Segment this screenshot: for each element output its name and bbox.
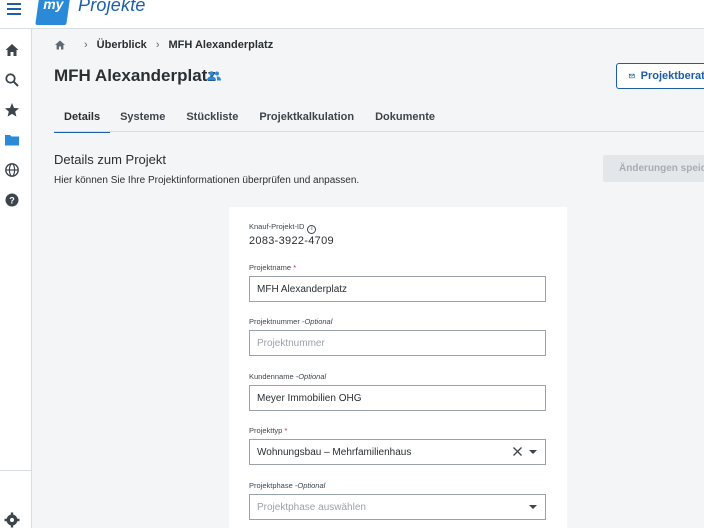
chevron-down-icon[interactable] bbox=[529, 505, 537, 509]
breadcrumb-overview[interactable]: Überblick bbox=[97, 39, 147, 51]
project-phase-select[interactable]: Projektphase auswählen bbox=[249, 494, 546, 520]
globe-icon[interactable] bbox=[4, 162, 20, 178]
section-title: Details zum Projekt bbox=[54, 152, 166, 167]
svg-text:?: ? bbox=[9, 196, 15, 206]
project-type-label-text: Projekttyp bbox=[249, 426, 283, 435]
project-id-value: 2083-3922-4709 bbox=[249, 235, 334, 247]
breadcrumb: › Überblick › MFH Alexanderplatz bbox=[54, 39, 273, 51]
customer-name-input[interactable]: Meyer Immobilien OHG bbox=[249, 385, 546, 411]
tabs-divider bbox=[54, 131, 704, 132]
page-title: MFH Alexanderplatz bbox=[54, 66, 216, 85]
project-phase-label-text: Projektphase bbox=[249, 481, 293, 490]
tab-documents[interactable]: Dokumente bbox=[375, 104, 435, 132]
tab-details[interactable]: Details bbox=[54, 104, 111, 133]
rail-divider bbox=[0, 470, 32, 471]
home-icon[interactable] bbox=[54, 39, 66, 51]
optional-marker: -Optional bbox=[301, 317, 333, 326]
customer-name-label-text: Kundenname bbox=[249, 372, 294, 381]
settings-icon[interactable] bbox=[4, 512, 20, 528]
search-icon[interactable] bbox=[4, 72, 20, 88]
optional-marker: -Optional bbox=[295, 372, 327, 381]
chevron-right-icon: › bbox=[84, 39, 88, 51]
project-consulting-label: Projektberatung bbox=[640, 70, 704, 82]
home-icon[interactable] bbox=[4, 42, 20, 58]
project-id-label-text: Knauf-Projekt-ID bbox=[249, 222, 305, 231]
project-details-form: Knauf-Projekt-ID i 2083-3922-4709 Projekt… bbox=[229, 207, 567, 528]
section-description: Hier können Sie Ihre Projektinformatione… bbox=[54, 175, 360, 186]
tab-parts-list[interactable]: Stückliste bbox=[186, 104, 238, 132]
breadcrumb-current: MFH Alexanderplatz bbox=[168, 39, 274, 51]
tab-project-calculation[interactable]: Projektkalkulation bbox=[259, 104, 354, 132]
logo-badge-text: my bbox=[43, 0, 64, 12]
chevron-down-icon[interactable] bbox=[529, 450, 537, 454]
help-icon[interactable]: ? bbox=[4, 192, 20, 208]
star-icon[interactable] bbox=[4, 102, 20, 118]
menu-icon[interactable] bbox=[5, 1, 23, 15]
tab-systems[interactable]: Systeme bbox=[120, 104, 165, 132]
customer-name-label: Kundenname -Optional bbox=[249, 372, 326, 381]
save-changes-button[interactable]: Änderungen speichern bbox=[603, 155, 704, 182]
team-icon[interactable] bbox=[206, 70, 222, 82]
chevron-right-icon: › bbox=[155, 39, 160, 51]
info-icon[interactable]: i bbox=[307, 225, 317, 234]
project-type-select[interactable]: Wohnungsbau – Mehrfamilienhaus bbox=[249, 439, 546, 465]
project-name-label-text: Projektname bbox=[249, 263, 292, 272]
project-consulting-button[interactable]: Projektberatung bbox=[616, 63, 704, 89]
left-rail: ? bbox=[0, 29, 32, 528]
logo-badge[interactable]: my bbox=[35, 0, 70, 25]
project-number-label-text: Projektnummer bbox=[249, 317, 300, 326]
project-type-value: Wohnungsbau – Mehrfamilienhaus bbox=[257, 447, 412, 458]
required-marker: * bbox=[284, 426, 288, 435]
project-number-input[interactable]: Projektnummer bbox=[249, 330, 546, 356]
logo-text[interactable]: Projekte bbox=[78, 0, 146, 16]
project-name-label: Projektname * bbox=[249, 263, 296, 272]
clear-icon[interactable] bbox=[512, 446, 523, 457]
project-phase-label: Projektphase -Optional bbox=[249, 481, 325, 490]
optional-marker: -Optional bbox=[294, 481, 326, 490]
project-phase-placeholder: Projektphase auswählen bbox=[257, 502, 366, 513]
mail-icon bbox=[629, 73, 635, 79]
folder-icon[interactable] bbox=[4, 132, 20, 148]
required-marker: * bbox=[293, 263, 297, 272]
top-bar: my Projekte bbox=[0, 0, 704, 29]
project-id-label: Knauf-Projekt-ID i bbox=[249, 222, 317, 234]
project-type-label: Projekttyp * bbox=[249, 426, 287, 435]
tab-bar: Details Systeme Stückliste Projektkalkul… bbox=[54, 104, 456, 133]
project-name-input[interactable]: MFH Alexanderplatz bbox=[249, 276, 546, 302]
project-number-label: Projektnummer -Optional bbox=[249, 317, 332, 326]
